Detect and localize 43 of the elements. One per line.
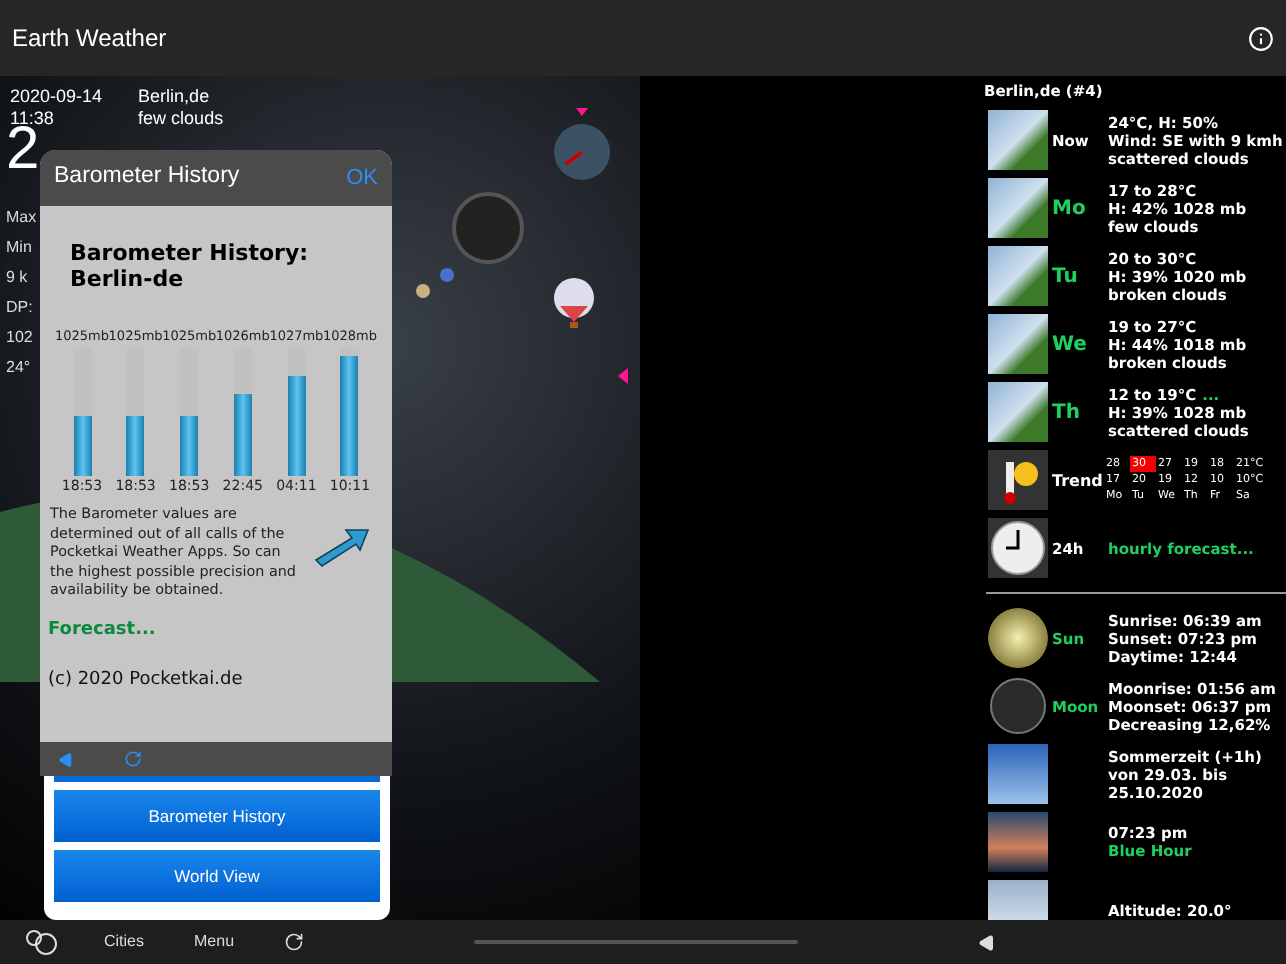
forecast-link[interactable]: Forecast... [48,617,384,645]
forecast-label: We [1050,335,1089,353]
detail-text: 9 k [6,268,30,286]
trend-label: Trend [1050,471,1104,489]
photo-placeholder [988,812,1048,872]
moon-icon [990,678,1046,734]
popover-title: Barometer History [54,162,240,193]
forecast-label: Th [1050,403,1082,421]
marker-icon [618,368,628,384]
popup-option[interactable]: World View [54,850,380,902]
photo-placeholder [988,110,1048,170]
city-text: Berlin,de [138,86,212,108]
time-text: 11:38 [10,108,56,128]
arrow-icon [312,524,372,569]
detail-text: 102 [6,328,35,346]
photo-placeholder [988,744,1048,804]
detail-text: Max [6,208,37,226]
info-icon[interactable] [1248,25,1274,51]
window-title: Earth Weather [12,22,167,56]
sun-icon [988,608,1048,668]
toolbar-button[interactable]: Menu [194,930,235,954]
popup-option[interactable]: Barometer History [54,790,380,842]
popover-heading: Barometer History: Berlin-de [68,240,311,292]
copyright-text: (c) 2020 Pocketkai.de [48,668,245,695]
moon-icon [452,192,524,264]
forecast-label: Tu [1050,267,1080,285]
ok-button[interactable]: OK [346,161,378,195]
thermometer-sun-icon [988,450,1048,510]
photo-placeholder [988,382,1048,442]
detail-text: DP: [6,298,35,316]
detail-text: Min [6,238,34,256]
gears-icon[interactable] [24,928,60,956]
clock-icon [988,518,1048,578]
detail-text: 24° [6,358,33,376]
compass-icon [552,108,612,184]
balloon-icon [554,278,594,330]
photo-placeholder [988,314,1048,374]
forecast-label: Mo [1050,199,1088,217]
photo-placeholder [988,178,1048,238]
toolbar-button[interactable]: Cities [104,930,145,954]
date-text: 2020-09-14 [10,86,103,108]
photo-placeholder [988,246,1048,306]
condition-text: few clouds [138,108,224,130]
